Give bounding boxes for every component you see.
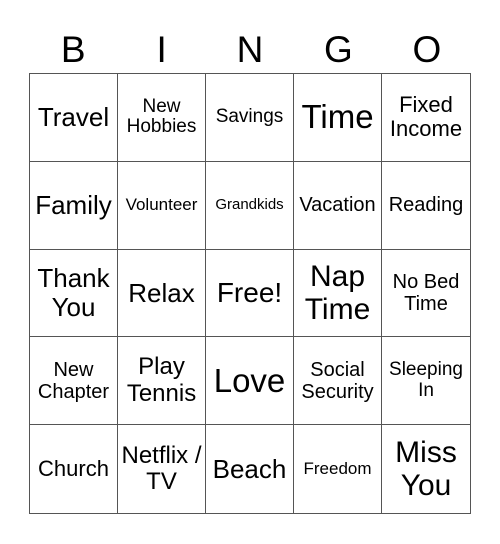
bingo-cell[interactable]: New Chapter: [30, 337, 118, 426]
bingo-cell-free[interactable]: Free!: [206, 249, 294, 338]
bingo-cell[interactable]: Reading: [382, 162, 470, 250]
bingo-cell[interactable]: Freedom: [294, 425, 382, 513]
bingo-cell[interactable]: Time: [294, 74, 382, 162]
bingo-cell[interactable]: Miss You: [382, 425, 470, 513]
bingo-cell[interactable]: New Hobbies: [118, 74, 206, 162]
bingo-cell[interactable]: Nap Time: [294, 249, 382, 338]
header-letter-o: O: [412, 29, 442, 70]
bingo-cell[interactable]: Play Tennis: [118, 337, 206, 426]
header-letter-n: N: [236, 29, 264, 70]
bingo-cell[interactable]: Fixed Income: [382, 74, 470, 162]
bingo-cell[interactable]: Travel: [30, 74, 118, 162]
bingo-cell[interactable]: Volunteer: [118, 161, 206, 250]
bingo-cell[interactable]: Social Security: [294, 337, 382, 426]
header-letter-b: B: [60, 29, 86, 70]
bingo-cell[interactable]: No Bed Time: [382, 250, 470, 338]
header-letter-i: I: [156, 29, 167, 70]
bingo-cell[interactable]: Thank You: [30, 249, 118, 338]
bingo-cell[interactable]: Grandkids: [206, 161, 294, 250]
bingo-cell[interactable]: Family: [30, 161, 118, 250]
bingo-cell[interactable]: Church: [30, 425, 118, 513]
bingo-cell[interactable]: Love: [206, 337, 294, 426]
bingo-cell[interactable]: Relax: [118, 249, 206, 338]
bingo-cell[interactable]: Sleeping In: [382, 337, 470, 426]
bingo-card-grid: Travel New Hobbies Savings Time Fixed In…: [29, 73, 471, 514]
bingo-cell[interactable]: Netflix / TV: [118, 425, 206, 513]
bingo-cell[interactable]: Savings: [206, 74, 294, 162]
bingo-cell[interactable]: Vacation: [294, 161, 382, 250]
bingo-cell[interactable]: Beach: [206, 425, 294, 513]
bingo-header: B I N G O: [29, 28, 471, 72]
header-letter-g: G: [324, 29, 353, 70]
